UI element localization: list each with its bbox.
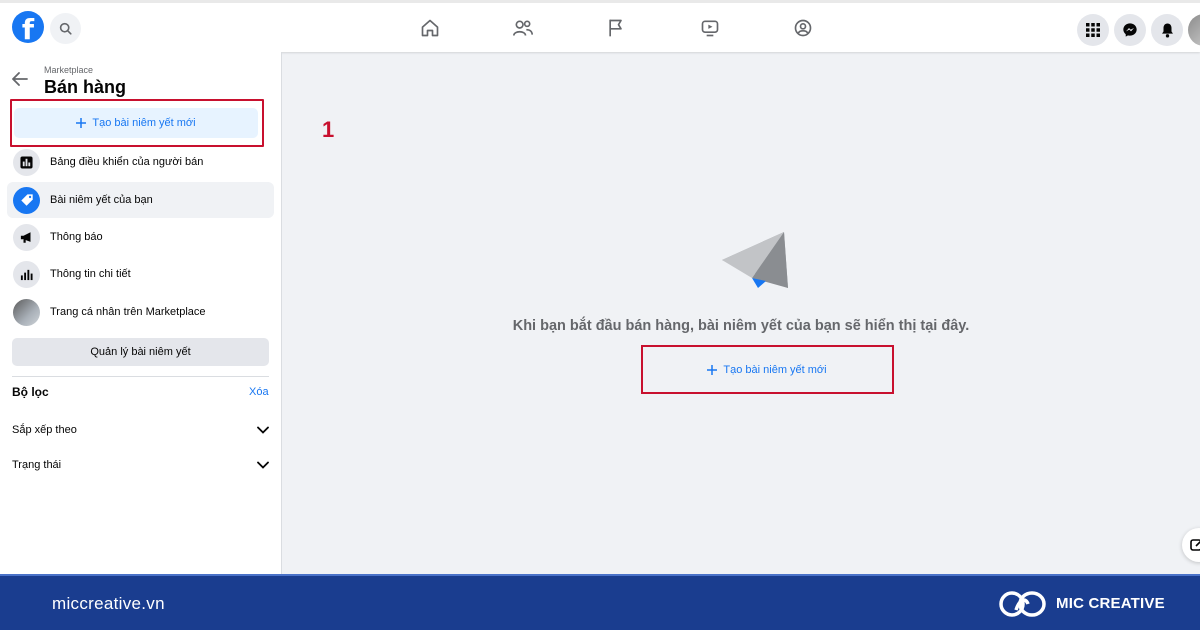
sidebar-item-label: Thông tin chi tiết — [50, 268, 131, 280]
messenger-button[interactable] — [1114, 14, 1146, 46]
nav-pages[interactable] — [605, 17, 627, 39]
search-icon — [59, 22, 72, 35]
search-button[interactable] — [50, 13, 81, 44]
footer-brand-name: MIC CREATIVE — [1056, 595, 1165, 612]
new-message-button[interactable] — [1182, 528, 1200, 562]
filter-label: Trạng thái — [12, 459, 62, 471]
brand-footer-banner: miccreative.vn MIC CREATIVE — [0, 574, 1200, 630]
profile-photo-icon — [13, 298, 40, 326]
bar-chart-icon — [13, 260, 40, 288]
annotation-highlight-box — [641, 345, 894, 394]
clear-filters-link[interactable]: Xóa — [249, 386, 269, 398]
manage-listings-button[interactable]: Quản lý bài niêm yết — [12, 338, 269, 366]
chevron-down-icon — [257, 461, 269, 469]
home-icon — [421, 19, 439, 37]
sidebar-item-announcements[interactable]: Thông báo — [7, 219, 274, 255]
facebook-logo-letter: f — [21, 13, 35, 43]
empty-state-message: Khi bạn bắt đầu bán hàng, bài niêm yết c… — [512, 318, 970, 334]
video-icon — [701, 20, 719, 37]
tag-icon — [13, 186, 40, 214]
nav-home[interactable] — [419, 17, 441, 39]
footer-website: miccreative.vn — [52, 594, 165, 613]
bell-icon — [1161, 23, 1173, 38]
nav-friends[interactable] — [512, 17, 534, 39]
sidebar-item-seller-dashboard[interactable]: Bảng điều khiển của người bán — [7, 144, 274, 180]
sidebar-item-marketplace-profile[interactable]: Trang cá nhân trên Marketplace — [7, 294, 274, 330]
groups-icon — [794, 19, 812, 37]
user-avatar[interactable] — [1188, 14, 1200, 46]
page-title: Bán hàng — [44, 77, 127, 97]
divider — [12, 376, 269, 377]
flag-icon — [609, 19, 622, 37]
menu-button[interactable] — [1077, 14, 1109, 46]
facebook-logo[interactable]: f — [12, 11, 44, 43]
filter-label: Sắp xếp theo — [12, 424, 77, 436]
paper-plane-icon — [718, 230, 790, 295]
filter-sort-by[interactable]: Sắp xếp theo — [12, 420, 269, 440]
annotation-highlight-box — [10, 99, 264, 147]
annotation-step-number: 1 — [322, 117, 335, 142]
back-button[interactable] — [12, 72, 28, 91]
friends-icon — [513, 20, 533, 36]
filters-heading: Bộ lọc — [12, 385, 49, 399]
mic-creative-logo-icon — [998, 590, 1048, 623]
top-navigation-bar: f — [0, 0, 1200, 52]
dashboard-icon — [13, 148, 40, 176]
sidebar-item-insights[interactable]: Thông tin chi tiết — [7, 256, 274, 292]
menu-grid-icon — [1086, 23, 1100, 37]
sidebar-item-your-listings[interactable]: Bài niêm yết của bạn — [7, 182, 274, 218]
messenger-icon — [1123, 23, 1137, 37]
megaphone-icon — [13, 223, 40, 251]
compose-icon — [1190, 539, 1200, 551]
nav-watch[interactable] — [699, 17, 721, 39]
notifications-button[interactable] — [1151, 14, 1183, 46]
sidebar-item-label: Bài niêm yết của bạn — [50, 194, 153, 206]
nav-groups[interactable] — [792, 17, 814, 39]
sidebar-item-label: Bảng điều khiển của người bán — [50, 156, 204, 168]
chevron-down-icon — [257, 426, 269, 434]
sidebar-item-label: Thông báo — [50, 231, 103, 243]
manage-listings-label: Quản lý bài niêm yết — [90, 346, 191, 358]
filter-status[interactable]: Trạng thái — [12, 455, 269, 475]
breadcrumb[interactable]: Marketplace — [44, 65, 93, 75]
sidebar-item-label: Trang cá nhân trên Marketplace — [50, 306, 206, 318]
marketplace-sidebar: Marketplace Bán hàng Tạo bài niêm yết mớ… — [0, 52, 282, 574]
arrow-left-icon — [12, 72, 28, 86]
